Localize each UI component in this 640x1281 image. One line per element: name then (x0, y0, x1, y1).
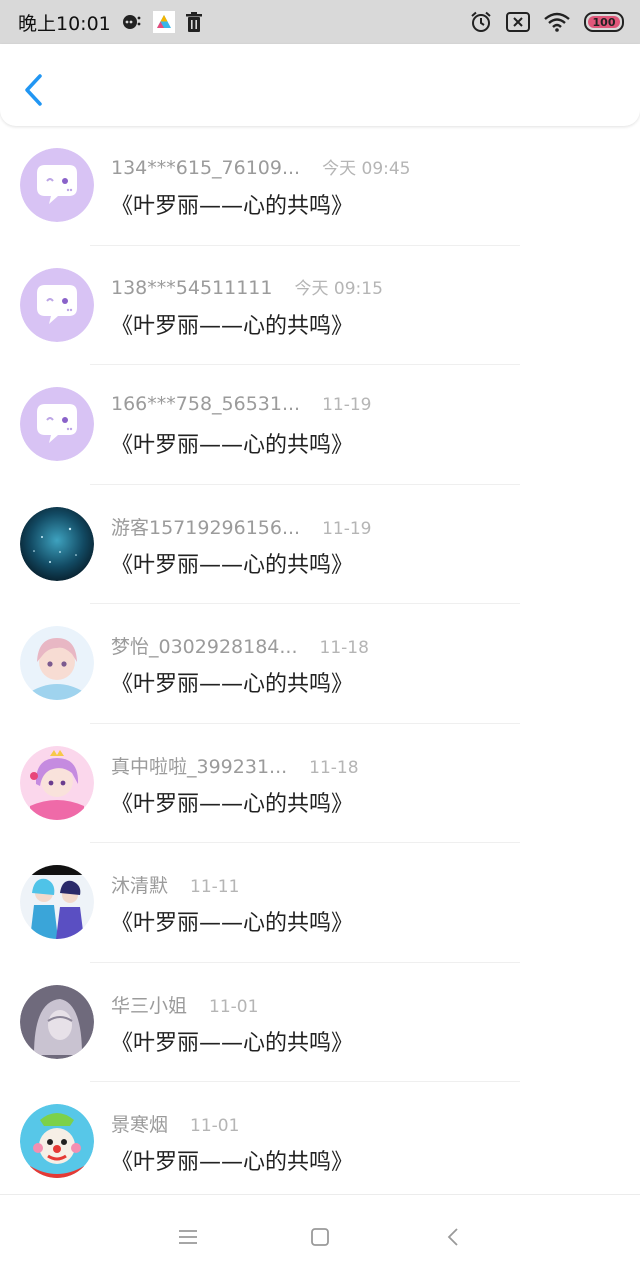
comment-work-title[interactable]: 《叶罗丽——心的共鸣》 (111, 308, 353, 340)
back-button[interactable] (20, 70, 48, 110)
status-time: 晚上10:01 (18, 12, 111, 35)
navigation-bar (0, 1194, 640, 1281)
comment-meta: 梦怡_0302928184... 11-18 (111, 632, 369, 659)
anime-princess-avatar[interactable] (20, 745, 94, 820)
comment-meta: 游客15719296156... 11-19 (111, 513, 372, 540)
timestamp: 今天 09:45 (322, 159, 411, 179)
comment-item[interactable]: 沐清默 11-11 《叶罗丽——心的共鸣》 (0, 843, 640, 963)
comment-item[interactable]: 华三小姐 11-01 《叶罗丽——心的共鸣》 (0, 963, 640, 1082)
battery-label: 100 (592, 15, 616, 29)
comment-work-title[interactable]: 《叶罗丽——心的共鸣》 (111, 427, 353, 459)
username[interactable]: 166***758_56531... (111, 393, 300, 415)
default-chat-avatar[interactable] (20, 387, 94, 461)
comment-work-title[interactable]: 《叶罗丽——心的共鸣》 (111, 188, 353, 220)
comment-work-title[interactable]: 《叶罗丽——心的共鸣》 (111, 905, 353, 937)
wifi-icon (544, 11, 570, 33)
menu-button[interactable] (176, 1225, 200, 1249)
hooded-figure-avatar[interactable] (20, 984, 94, 1059)
comment-meta: 景寒烟 11-01 (111, 1110, 239, 1137)
sim-off-icon (506, 11, 530, 33)
username[interactable]: 景寒烟 (111, 1110, 168, 1137)
comment-item[interactable]: 134***615_76109... 今天 09:45 《叶罗丽——心的共鸣》 (0, 126, 640, 246)
clown-avatar[interactable] (20, 1104, 94, 1178)
comment-item[interactable]: 真中啦啦_399231... 11-18 《叶罗丽——心的共鸣》 (0, 724, 640, 843)
trash-icon (185, 11, 203, 33)
comment-meta: 沐清默 11-11 (111, 871, 239, 898)
default-chat-avatar[interactable] (20, 267, 94, 342)
status-bar: 晚上10:01 100 (0, 0, 640, 44)
comment-meta: 138***54511111 今天 09:15 (111, 274, 383, 299)
comment-meta: 134***615_76109... 今天 09:45 (111, 154, 411, 179)
timestamp: 11-18 (319, 638, 369, 658)
comment-item[interactable]: 景寒烟 11-01 《叶罗丽——心的共鸣》 (0, 1082, 640, 1202)
chevron-left-icon (25, 74, 42, 106)
battery-icon: 100 (584, 12, 624, 32)
comment-item[interactable]: 138***54511111 今天 09:15 《叶罗丽——心的共鸣》 (0, 246, 640, 365)
comment-work-title[interactable]: 《叶罗丽——心的共鸣》 (111, 1144, 353, 1176)
comment-meta: 166***758_56531... 11-19 (111, 393, 372, 415)
back-icon (447, 1228, 458, 1246)
home-icon (311, 1228, 329, 1246)
comment-work-title[interactable]: 《叶罗丽——心的共鸣》 (111, 547, 353, 579)
app-logo-icon (152, 11, 175, 33)
timestamp: 11-01 (209, 996, 259, 1017)
chat-notification-icon (121, 11, 143, 33)
cosplay-avatar[interactable] (20, 865, 94, 939)
alarm-icon (470, 11, 492, 33)
username[interactable]: 138***54511111 (111, 277, 272, 299)
timestamp: 11-11 (190, 877, 240, 897)
comment-item[interactable]: 166***758_56531... 11-19 《叶罗丽——心的共鸣》 (0, 365, 640, 485)
comment-item[interactable]: 梦怡_0302928184... 11-18 《叶罗丽——心的共鸣》 (0, 604, 640, 724)
timestamp: 11-19 (322, 395, 372, 415)
home-button[interactable] (308, 1225, 332, 1249)
comment-meta: 真中啦啦_399231... 11-18 (111, 752, 359, 779)
timestamp: 11-01 (190, 1116, 240, 1136)
timestamp: 11-19 (322, 518, 372, 539)
header (0, 44, 640, 126)
timestamp: 11-18 (309, 757, 359, 778)
anime-girl-avatar[interactable] (20, 626, 94, 700)
menu-icon (179, 1230, 197, 1244)
username[interactable]: 真中啦啦_399231... (111, 752, 287, 779)
comment-item[interactable]: 游客15719296156... 11-19 《叶罗丽——心的共鸣》 (0, 485, 640, 604)
comment-meta: 华三小姐 11-01 (111, 991, 258, 1018)
back-nav-button[interactable] (442, 1225, 466, 1249)
comment-work-title[interactable]: 《叶罗丽——心的共鸣》 (111, 666, 353, 698)
username[interactable]: 134***615_76109... (111, 157, 300, 179)
comment-work-title[interactable]: 《叶罗丽——心的共鸣》 (111, 1025, 353, 1057)
starry-sky-avatar[interactable] (20, 506, 94, 581)
timestamp: 今天 09:15 (294, 278, 383, 299)
comment-list: 134***615_76109... 今天 09:45 《叶罗丽——心的共鸣》 138… (0, 126, 640, 1202)
username[interactable]: 梦怡_0302928184... (111, 632, 298, 659)
default-chat-avatar[interactable] (20, 148, 94, 222)
username[interactable]: 华三小姐 (111, 991, 187, 1018)
username[interactable]: 沐清默 (111, 871, 168, 898)
username[interactable]: 游客15719296156... (111, 513, 300, 540)
comment-work-title[interactable]: 《叶罗丽——心的共鸣》 (111, 786, 353, 818)
